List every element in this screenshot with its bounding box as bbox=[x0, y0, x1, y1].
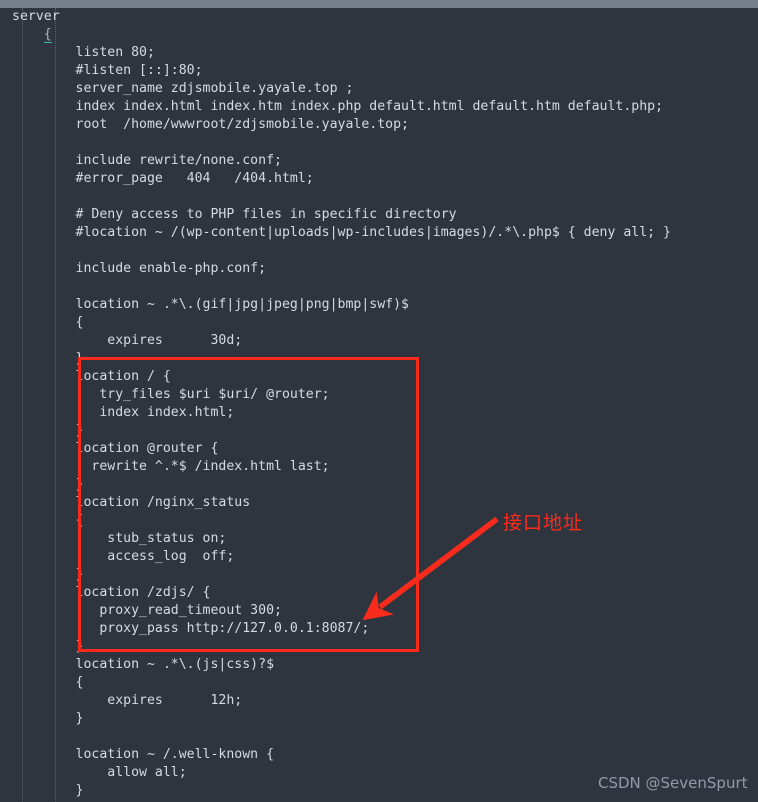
code-line: #listen [::]:80; bbox=[12, 63, 203, 78]
code-content[interactable]: server { listen 80; #listen [::]:80; ser… bbox=[0, 8, 671, 800]
code-line: } bbox=[12, 639, 84, 654]
code-line: { bbox=[12, 675, 84, 690]
code-line: location / { bbox=[12, 369, 171, 384]
code-line: try_files $uri $uri/ @router; bbox=[12, 387, 330, 402]
code-line: proxy_read_timeout 300; bbox=[12, 603, 282, 618]
code-line: location @router { bbox=[12, 441, 219, 456]
code-line: #error_page 404 /404.html; bbox=[12, 171, 314, 186]
code-line: listen 80; bbox=[12, 45, 155, 60]
code-line: rewrite ^.*$ /index.html last; bbox=[12, 459, 330, 474]
code-line: include enable-php.conf; bbox=[12, 261, 267, 276]
screenshot-root: server { listen 80; #listen [::]:80; ser… bbox=[0, 0, 758, 802]
code-line: #location ~ /(wp-content|uploads|wp-incl… bbox=[12, 225, 671, 240]
watermark: CSDN @SevenSpurt bbox=[598, 774, 748, 792]
code-line: proxy_pass http://127.0.0.1:8087/; bbox=[12, 621, 370, 636]
code-line: # Deny access to PHP files in specific d… bbox=[12, 207, 457, 222]
code-line: server_name zdjsmobile.yayale.top ; bbox=[12, 81, 354, 96]
code-line: expires 30d; bbox=[12, 333, 243, 348]
code-line: } bbox=[12, 423, 84, 438]
code-line: index index.html; bbox=[12, 405, 235, 420]
matching-brace-highlight: { bbox=[43, 27, 52, 43]
code-line: { bbox=[12, 315, 84, 330]
code-line: location ~ .*\.(js|css)?$ bbox=[12, 657, 275, 672]
code-line: allow all; bbox=[12, 765, 187, 780]
code-line: include rewrite/none.conf; bbox=[12, 153, 282, 168]
code-line: } bbox=[12, 351, 84, 366]
code-line: } bbox=[12, 567, 84, 582]
code-line: location ~ /.well-known { bbox=[12, 747, 275, 762]
code-line: index index.html index.htm index.php def… bbox=[12, 99, 664, 114]
code-line: server bbox=[12, 9, 60, 24]
code-editor-surface[interactable]: server { listen 80; #listen [::]:80; ser… bbox=[0, 8, 758, 802]
code-line: location ~ .*\.(gif|jpg|jpeg|png|bmp|swf… bbox=[12, 297, 409, 312]
code-line: } bbox=[12, 711, 84, 726]
code-line: { bbox=[0, 26, 671, 44]
window-titlebar bbox=[0, 0, 758, 8]
code-line: } bbox=[12, 477, 84, 492]
code-line: expires 12h; bbox=[12, 693, 243, 708]
code-line: location /zdjs/ { bbox=[12, 585, 211, 600]
code-line: access_log off; bbox=[12, 549, 235, 564]
annotation-label: 接口地址 bbox=[503, 512, 584, 534]
code-line: root /home/wwwroot/zdjsmobile.yayale.top… bbox=[12, 117, 409, 132]
code-line: } bbox=[12, 783, 84, 798]
